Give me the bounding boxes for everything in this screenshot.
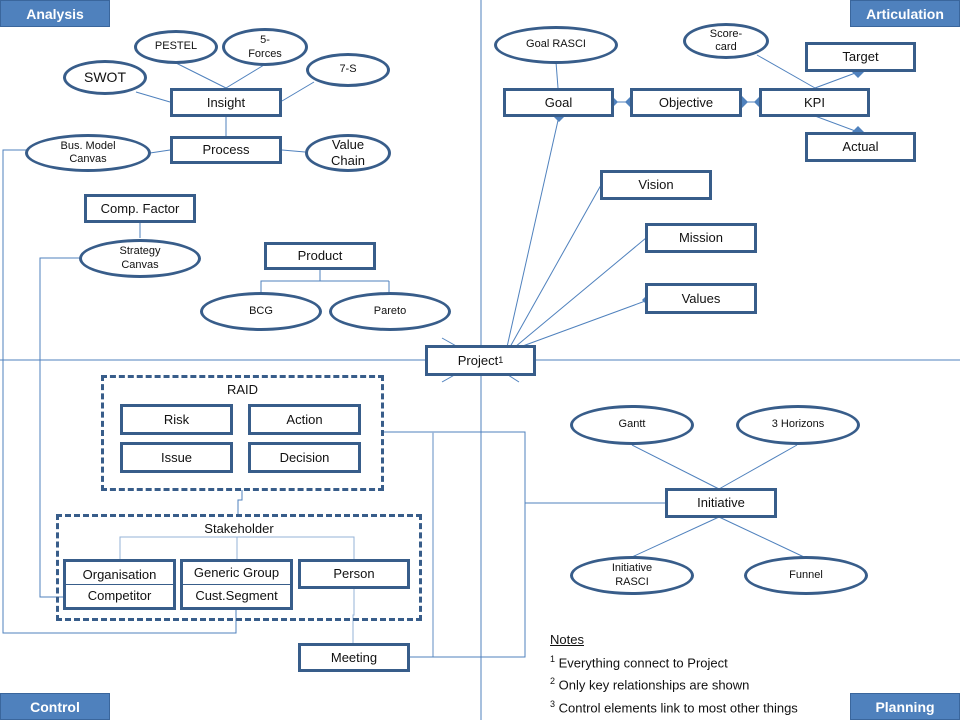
node-actual[interactable]: Actual bbox=[805, 132, 916, 162]
connector-forces-insight bbox=[225, 64, 265, 89]
node-funnel[interactable]: Funnel bbox=[744, 556, 868, 595]
node-bus-model-canvas[interactable]: Bus. Model Canvas bbox=[25, 134, 151, 172]
node-project[interactable]: Project 1 bbox=[425, 345, 536, 376]
connector-project-mission bbox=[514, 237, 647, 348]
node-7s[interactable]: 7-S bbox=[306, 53, 390, 87]
node-mission[interactable]: Mission bbox=[645, 223, 757, 253]
note-marker: 1 bbox=[550, 653, 556, 664]
notes-panel: Notes 1 Everything connect to Project 2 … bbox=[550, 630, 798, 718]
note-text: Control elements link to most other thin… bbox=[558, 700, 798, 716]
node-decision[interactable]: Decision bbox=[248, 442, 361, 473]
node-generic-group[interactable]: Generic Group bbox=[180, 559, 293, 585]
node-three-horizons[interactable]: 3 Horizons bbox=[736, 405, 860, 445]
group-stakeholder-title: Stakeholder bbox=[204, 521, 274, 536]
node-swot[interactable]: SWOT bbox=[63, 60, 147, 95]
node-risk[interactable]: Risk bbox=[120, 404, 233, 435]
note-item: 1 Everything connect to Project bbox=[550, 650, 798, 673]
connector-process-valuechain bbox=[281, 149, 306, 153]
quadrant-label-analysis: Analysis bbox=[0, 0, 110, 27]
node-vision[interactable]: Vision bbox=[600, 170, 712, 200]
node-target[interactable]: Target bbox=[805, 42, 916, 72]
connector-initiative-rasci bbox=[631, 516, 720, 558]
connector-swot-insight bbox=[135, 91, 171, 103]
node-bcg[interactable]: BCG bbox=[200, 292, 322, 331]
node-initiative-rasci[interactable]: Initiative RASCI bbox=[570, 556, 694, 595]
connector-kpi-actual bbox=[814, 115, 859, 133]
connector-kpi-target bbox=[814, 71, 859, 89]
connector-bmc-process bbox=[149, 149, 171, 154]
node-product[interactable]: Product bbox=[264, 242, 376, 270]
note-item: 2 Only key relationships are shown bbox=[550, 672, 798, 695]
connector-project-values bbox=[519, 299, 649, 348]
quadrant-label-articulation: Articulation bbox=[850, 0, 960, 27]
connector-meeting-planning bbox=[409, 503, 526, 658]
node-cust-segment[interactable]: Cust.Segment bbox=[180, 584, 293, 610]
node-values[interactable]: Values bbox=[645, 283, 757, 314]
connector-7s-insight bbox=[281, 81, 315, 102]
connector-pestel-insight bbox=[175, 62, 227, 89]
node-comp-factor[interactable]: Comp. Factor bbox=[84, 194, 196, 223]
node-insight[interactable]: Insight bbox=[170, 88, 282, 117]
node-scorecard[interactable]: Score-card bbox=[683, 23, 769, 59]
node-value-chain[interactable]: Value Chain bbox=[305, 134, 391, 172]
quadrant-label-control: Control bbox=[0, 693, 110, 720]
connector-gantt-initiative bbox=[631, 444, 720, 490]
node-issue[interactable]: Issue bbox=[120, 442, 233, 473]
node-initiative[interactable]: Initiative bbox=[665, 488, 777, 518]
note-text: Only key relationships are shown bbox=[558, 677, 750, 693]
node-organisation[interactable]: Organisation bbox=[63, 559, 176, 585]
node-process[interactable]: Process bbox=[170, 136, 282, 164]
connector-project-goal bbox=[506, 115, 560, 348]
connector-raid-stakeholder bbox=[237, 490, 243, 514]
group-raid-title: RAID bbox=[226, 382, 259, 397]
node-gantt[interactable]: Gantt bbox=[570, 405, 694, 445]
node-objective[interactable]: Objective bbox=[630, 88, 742, 117]
connector-product-children bbox=[260, 269, 321, 292]
note-text: Everything connect to Project bbox=[558, 654, 728, 670]
connector-goalrasci-goal bbox=[555, 61, 559, 89]
node-pareto[interactable]: Pareto bbox=[329, 292, 451, 331]
node-five-forces[interactable]: 5- Forces bbox=[222, 28, 308, 66]
note-item: 3 Control elements link to most other th… bbox=[550, 695, 798, 718]
node-person[interactable]: Person bbox=[298, 559, 410, 589]
node-meeting[interactable]: Meeting bbox=[298, 643, 410, 672]
node-action[interactable]: Action bbox=[248, 404, 361, 435]
node-project-label: Project bbox=[457, 352, 499, 368]
node-competitor[interactable]: Competitor bbox=[63, 584, 176, 610]
quadrant-label-planning: Planning bbox=[850, 693, 960, 720]
node-goal-rasci[interactable]: Goal RASCI bbox=[494, 26, 618, 64]
node-pestel[interactable]: PESTEL bbox=[134, 30, 218, 64]
note-marker: 2 bbox=[550, 676, 556, 687]
connector-horizons-initiative bbox=[718, 444, 798, 490]
footnote-marker: 1 bbox=[498, 355, 504, 366]
node-kpi[interactable]: KPI bbox=[759, 88, 870, 117]
node-strategy-canvas[interactable]: Strategy Canvas bbox=[79, 239, 201, 278]
notes-title: Notes bbox=[550, 632, 584, 647]
note-marker: 3 bbox=[550, 699, 556, 710]
node-goal[interactable]: Goal bbox=[503, 88, 614, 117]
connector-initiative-funnel bbox=[718, 516, 805, 558]
